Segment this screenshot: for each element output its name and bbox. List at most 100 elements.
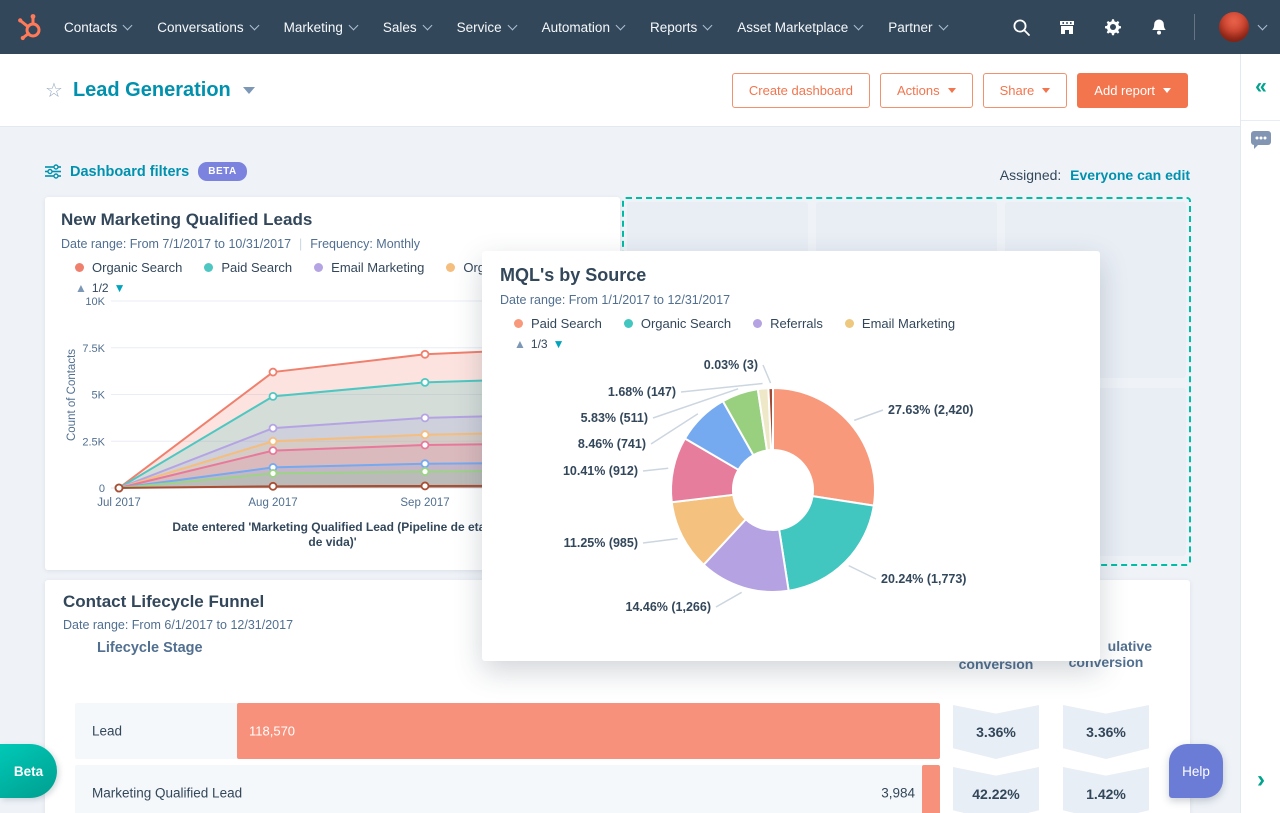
funnel-bar-value: 118,570 (249, 724, 295, 739)
nav-item-sales[interactable]: Sales (383, 20, 431, 35)
svg-text:10K: 10K (85, 296, 105, 308)
beta-badge: BETA (198, 162, 246, 181)
nav-item-conversations[interactable]: Conversations (157, 20, 257, 35)
dashboard-header: ☆ Lead Generation Create dashboard Actio… (0, 54, 1240, 127)
svg-text:Count of Contacts: Count of Contacts (66, 349, 78, 441)
legend-item[interactable]: Paid Search (514, 316, 602, 331)
legend-item[interactable]: Email Marketing (314, 260, 424, 275)
chevron-down-icon (123, 21, 133, 31)
pager-up-icon[interactable]: ▲ (514, 337, 526, 351)
svg-text:10.41% (912): 10.41% (912) (563, 464, 638, 478)
legend-dot (446, 263, 455, 272)
legend-item[interactable]: Referrals (753, 316, 823, 331)
dashboard-title-dropdown-icon[interactable] (243, 87, 255, 94)
dropdown-caret-icon (1042, 88, 1050, 93)
report-title: New Marketing Qualified Leads (61, 210, 604, 230)
nav-item-reports[interactable]: Reports (650, 20, 711, 35)
svg-text:20.24% (1,773): 20.24% (1,773) (881, 572, 966, 586)
legend-item[interactable]: Organic Search (75, 260, 182, 275)
collapse-panel-icon[interactable]: « (1241, 54, 1280, 121)
chevron-down-icon (507, 21, 517, 31)
favorite-star-icon[interactable]: ☆ (45, 78, 63, 103)
hubspot-dashboard-window: Contacts Conversations Marketing Sales S… (0, 0, 1280, 813)
chevron-down-icon (938, 21, 948, 31)
report-card-mql-by-source: MQL's by Source Date range: From 1/1/201… (482, 251, 1100, 661)
dashboard-filters-label[interactable]: Dashboard filters (70, 164, 189, 180)
next-page-arrow-icon[interactable]: › (1241, 769, 1280, 791)
nav-item-service[interactable]: Service (457, 20, 516, 35)
svg-text:0: 0 (99, 483, 105, 495)
cumulative-conversion-badge: 1.42% (1063, 767, 1149, 813)
funnel-row-mql[interactable]: Marketing Qualified Lead 3,984 (75, 765, 940, 813)
legend-dot (753, 319, 762, 328)
chevron-down-icon (422, 21, 432, 31)
legend-pager: ▲ 1/3 ▼ (514, 337, 1082, 351)
funnel-stage-label: Marketing Qualified Lead (92, 786, 242, 801)
legend-item[interactable]: Organic Search (624, 316, 731, 331)
svg-text:0.03% (3): 0.03% (3) (704, 358, 758, 372)
report-title: MQL's by Source (500, 265, 1082, 286)
create-dashboard-button[interactable]: Create dashboard (732, 73, 870, 108)
search-icon[interactable] (1010, 16, 1032, 38)
actions-button[interactable]: Actions (880, 73, 973, 108)
svg-text:Jul 2017: Jul 2017 (97, 497, 140, 509)
legend-item[interactable]: Paid Search (204, 260, 292, 275)
date-range: Date range: From 7/1/2017 to 10/31/2017 (61, 237, 291, 251)
user-avatar[interactable] (1219, 12, 1249, 42)
legend-dot (314, 263, 323, 272)
funnel-bar[interactable] (922, 765, 940, 813)
notifications-bell-icon[interactable] (1148, 16, 1170, 38)
share-button[interactable]: Share (983, 73, 1068, 108)
nav-item-contacts[interactable]: Contacts (64, 20, 131, 35)
pager-down-icon[interactable]: ▼ (553, 337, 565, 351)
beta-pill-button[interactable]: Beta (0, 744, 57, 798)
funnel-group-label: Lifecycle Stage (97, 640, 203, 656)
chevron-down-icon[interactable] (1258, 21, 1268, 31)
svg-text:1.68% (147): 1.68% (147) (608, 385, 676, 399)
legend-dot (624, 319, 633, 328)
nav-item-marketing[interactable]: Marketing (284, 20, 357, 35)
help-button[interactable]: Help (1169, 744, 1223, 798)
dropdown-caret-icon (948, 88, 956, 93)
report-title: Contact Lifecycle Funnel (63, 592, 264, 612)
legend-item[interactable]: Email Marketing (845, 316, 955, 331)
legend-dot (845, 319, 854, 328)
svg-text:Sep 2017: Sep 2017 (400, 497, 449, 509)
svg-text:5.83% (511): 5.83% (511) (581, 411, 648, 425)
cumulative-conversion-badge: 3.36% (1063, 705, 1149, 759)
nav-item-automation[interactable]: Automation (542, 20, 624, 35)
assigned-row: Assigned: Everyone can edit (1000, 167, 1190, 183)
pager-count: 1/2 (92, 281, 109, 295)
funnel-row-lead[interactable]: Lead 118,570 (75, 703, 940, 759)
mql-source-donut-chart[interactable]: 27.63% (2,420)20.24% (1,773)14.46% (1,26… (500, 351, 1082, 623)
pager-down-icon[interactable]: ▼ (114, 281, 126, 295)
comments-icon[interactable] (1250, 130, 1272, 155)
svg-text:8.46% (741): 8.46% (741) (578, 437, 646, 451)
top-nav: Contacts Conversations Marketing Sales S… (0, 0, 1280, 54)
legend-dot (75, 263, 84, 272)
header-buttons: Create dashboard Actions Share Add repor… (732, 73, 1240, 108)
settings-gear-icon[interactable] (1102, 16, 1124, 38)
assigned-label: Assigned: (1000, 167, 1061, 183)
nav-item-asset-marketplace[interactable]: Asset Marketplace (737, 20, 862, 35)
dashboard-filters[interactable]: Dashboard filters BETA (45, 162, 247, 181)
dropdown-caret-icon (1163, 88, 1171, 93)
chevron-down-icon (854, 21, 864, 31)
pager-up-icon[interactable]: ▲ (75, 281, 87, 295)
nav-item-partner[interactable]: Partner (888, 20, 946, 35)
add-report-button[interactable]: Add report (1077, 73, 1188, 108)
nav-divider (1194, 14, 1195, 40)
svg-text:7.5K: 7.5K (82, 343, 105, 355)
hubspot-logo-icon[interactable] (16, 12, 46, 42)
funnel-bar-value: 3,984 (775, 786, 915, 801)
conversion-badge: 42.22% (953, 767, 1039, 813)
date-range: Date range: From 1/1/2017 to 12/31/2017 (500, 293, 1082, 307)
marketplace-icon[interactable] (1056, 16, 1078, 38)
nav-menu: Contacts Conversations Marketing Sales S… (64, 20, 947, 35)
legend-dot (514, 319, 523, 328)
chevron-down-icon (348, 21, 358, 31)
dashboard-title[interactable]: Lead Generation (73, 79, 231, 102)
funnel-bar[interactable]: 118,570 (237, 703, 940, 759)
assigned-value-link[interactable]: Everyone can edit (1070, 167, 1190, 183)
frequency: Frequency: Monthly (310, 237, 420, 251)
